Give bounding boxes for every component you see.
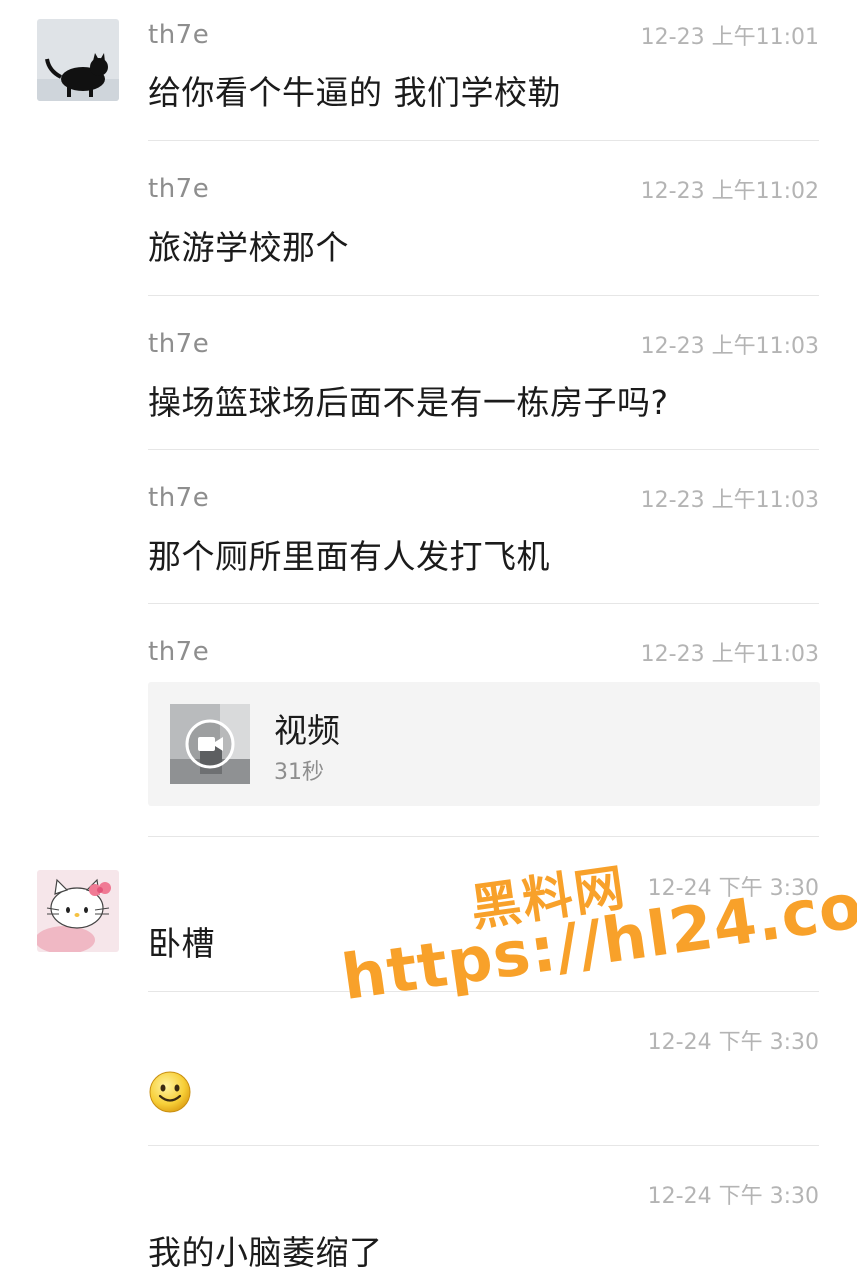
message-time: 12-24 下午 3:30: [647, 1030, 819, 1055]
message-text[interactable]: 那个厕所里面有人发打飞机: [148, 530, 550, 578]
message-time: 12-23 上午11:03: [640, 334, 819, 359]
chat-message[interactable]: 12-24 下午 3:30: [0, 992, 857, 1146]
chat-message[interactable]: 12-24 下午 3:30 我的小脑萎缩了: [0, 1146, 857, 1280]
avatar-black-cat[interactable]: [37, 19, 119, 101]
chat-message[interactable]: th7e 12-23 上午11:03 视频 31秒: [0, 604, 857, 836]
message-text[interactable]: 给你看个牛逼的 我们学校勒: [148, 66, 561, 114]
message-text[interactable]: 我的小脑萎缩了: [148, 1226, 383, 1274]
sender-name: th7e: [148, 20, 210, 50]
message-time: 12-23 上午11:03: [640, 642, 819, 667]
video-card[interactable]: 视频 31秒: [148, 682, 820, 806]
message-time: 12-24 下午 3:30: [647, 1184, 819, 1209]
message-time: 12-23 上午11:03: [640, 488, 819, 513]
sender-name: th7e: [148, 637, 210, 667]
chat-message[interactable]: th7e 12-23 上午11:03 那个厕所里面有人发打飞机: [0, 450, 857, 604]
chat-message[interactable]: th7e 12-23 上午11:02 旅游学校那个: [0, 141, 857, 295]
chat-message[interactable]: th7e 12-23 上午11:01 给你看个牛逼的 我们学校勒: [0, 0, 857, 140]
chat-message[interactable]: th7e 12-23 上午11:03 操场篮球场后面不是有一栋房子吗?: [0, 296, 857, 450]
video-play-icon[interactable]: [184, 718, 236, 770]
sender-name: th7e: [148, 174, 210, 204]
message-time: 12-23 上午11:01: [640, 25, 819, 50]
sender-name: th7e: [148, 483, 210, 513]
message-text[interactable]: 卧槽: [148, 917, 215, 965]
avatar-hello-kitty[interactable]: [37, 870, 119, 952]
message-time: 12-23 上午11:02: [640, 179, 819, 204]
video-duration: 31秒: [274, 760, 324, 785]
sender-name: th7e: [148, 329, 210, 359]
smile-emoji-icon[interactable]: [148, 1070, 192, 1114]
message-text[interactable]: 旅游学校那个: [148, 221, 349, 269]
video-title: 视频: [274, 711, 340, 750]
message-text[interactable]: 操场篮球场后面不是有一栋房子吗?: [148, 376, 669, 424]
chat-history: th7e 12-23 上午11:01 给你看个牛逼的 我们学校勒 th7e 12…: [0, 0, 857, 1280]
